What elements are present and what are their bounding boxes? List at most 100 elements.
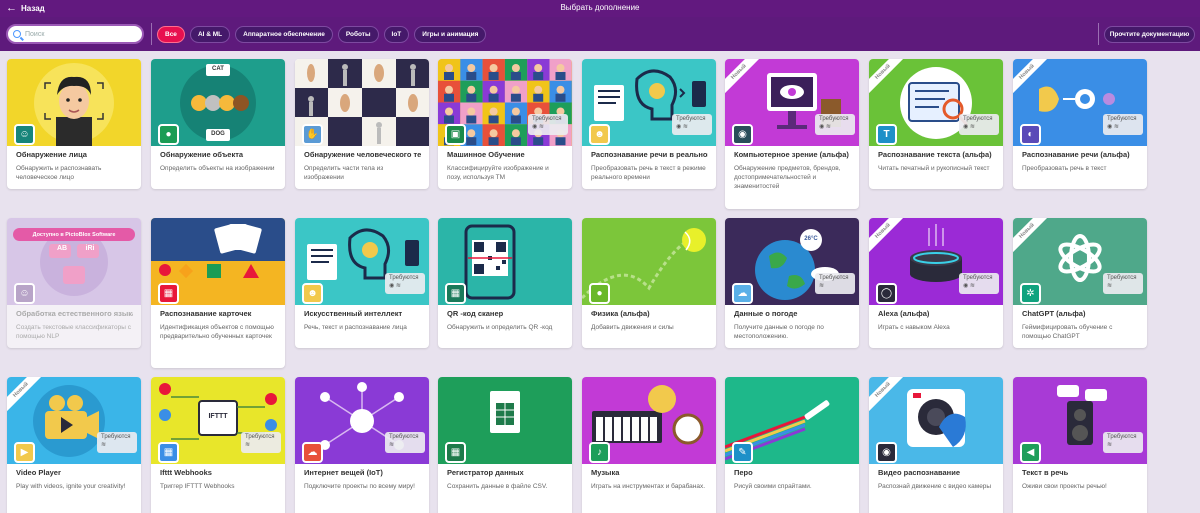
page-title: Выбрать дополнение (560, 3, 640, 12)
extension-card-ifttt[interactable]: IFTTT Требуются ≋ ▦ Ifttt Webhooks Тригге… (151, 377, 285, 513)
requirements-badge: Требуются ◉ ≋ (1103, 114, 1143, 135)
card-image: CAT DOG ● (151, 59, 285, 146)
extension-card-card-recognition[interactable]: ▦ Распознавание карточек Идентификация о… (151, 218, 285, 368)
extension-card-text-to-speech[interactable]: Требуются ≋ ◀ Текст в речь Оживи свои про… (1013, 377, 1147, 513)
extension-card-iot[interactable]: Требуются ≋ ☁ Интернет вещей (IoT) Подклю… (295, 377, 429, 513)
card-title: Перо (734, 468, 753, 477)
extension-card-nlp[interactable]: Доступно в PictoBlox Software AB iRi ☺ О… (7, 218, 141, 348)
divider (1098, 23, 1099, 45)
wifi-icon: ◉ ≋ (963, 124, 975, 130)
camera-icon: ◉ (876, 442, 897, 463)
card-image: Доступно в PictoBlox Software AB iRi ☺ (7, 218, 141, 305)
card-title: Обнаружение объекта (160, 150, 244, 159)
extension-card-text-recognition[interactable]: Новый Требуются ◉ ≋ T Распознавание текст… (869, 59, 1003, 189)
extension-card-music[interactable]: ♪ Музыка Играть на инструментах и бараба… (582, 377, 716, 513)
wifi-icon: ◉ ≋ (676, 124, 688, 130)
card-description: Получите данные о погоде по местоположен… (734, 324, 824, 340)
divider (151, 23, 152, 45)
requirements-badge: Требуются ≋ (385, 432, 425, 453)
extension-card-realtime-speech[interactable]: Требуются ◉ ≋ ☻ Распознавание речи в реал… (582, 59, 716, 189)
requires-label: Требуются (1107, 434, 1137, 440)
card-image: ● (582, 218, 716, 305)
card-title: Распознавание речи (альфа) (1022, 150, 1130, 159)
card-description: Идентификация объектов с помощью предвар… (160, 324, 274, 340)
filter-chip-games[interactable]: Игры и анимация (414, 26, 487, 43)
requires-label: Требуются (676, 116, 706, 122)
filter-chip-ai-ml[interactable]: AI & ML (189, 26, 231, 43)
requires-label: Требуются (1107, 116, 1137, 122)
extension-card-chatgpt[interactable]: Новый Требуются ≋ ✲ ChatGPT (альфа) Гейми… (1013, 218, 1147, 348)
requires-label: Требуются (389, 275, 419, 281)
extension-card-qr-scanner[interactable]: ▦ QR -код сканер Обнаружить и определить… (438, 218, 572, 348)
card-description: Создать текстовые классификаторы с помощ… (16, 324, 132, 340)
card-image: Новый Требуются ◉ ≋ ◐ (1013, 59, 1147, 146)
extension-card-face-detection[interactable]: ☺ Обнаружение лица Обнаружить и распозна… (7, 59, 141, 189)
card-title: Обнаружение лица (16, 150, 87, 159)
extension-card-alexa[interactable]: Новый Требуются ◉ ≋ ◯ Alexa (альфа) Играт… (869, 218, 1003, 348)
filter-chip-hardware[interactable]: Аппаратное обеспечение (235, 26, 333, 43)
nlp-icon: ☺ (14, 283, 35, 304)
temperature-label: 26°C (804, 236, 818, 242)
extension-card-pen[interactable]: ✎ Перо Рисуй своими спрайтами. (725, 377, 859, 513)
card-title: Компьютерное зрение (альфа) (734, 150, 849, 159)
card-image: Новый Требуются ≋ ▶ (7, 377, 141, 464)
requirements-badge: Требуются ◉ ≋ (672, 114, 712, 135)
extension-card-computer-vision[interactable]: Новый Требуются ◉ ≋ ◉ Компьютерное зрение… (725, 59, 859, 209)
card-title: Искусственный интеллект (304, 309, 403, 318)
ifttt-logo-label: IFTTT (208, 413, 228, 420)
requirements-badge: Требуются ≋ (815, 273, 855, 294)
card-description: Преобразовать речь в текст (1022, 165, 1107, 172)
extension-card-video-player[interactable]: Новый Требуются ≋ ▶ Video Player Play wit… (7, 377, 141, 513)
pictoblox-banner: Доступно в PictoBlox Software (13, 228, 135, 241)
filter-chip-iot[interactable]: IoT (383, 26, 410, 43)
card-title: Ifttt Webhooks (160, 468, 212, 477)
card-image: Новый Требуются ◉ ≋ T (869, 59, 1003, 146)
extension-card-physics[interactable]: ● Физика (альфа) Добавить движения и сил… (582, 218, 716, 348)
card-description: Речь, текст и распознавание лица (304, 324, 407, 331)
card-title: Alexa (альфа) (878, 309, 930, 318)
alexa-icon: ◯ (876, 283, 897, 304)
wifi-icon: ≋ (245, 442, 251, 448)
card-image: ✎ (725, 377, 859, 464)
card-image: ▦ (151, 218, 285, 305)
wifi-icon: ≋ (389, 442, 395, 448)
extension-card-ai[interactable]: Требуются ◉ ≋ ☻ Искусственный интеллект Р… (295, 218, 429, 348)
requirements-badge: Требуются ≋ (1103, 273, 1143, 294)
extension-card-body-detection[interactable]: ✋ Обнаружение человеческого тела Определ… (295, 59, 429, 189)
requires-label: Требуются (963, 116, 993, 122)
extension-card-data-logger[interactable]: ▦ Регистратор данных Сохранить данные в … (438, 377, 572, 513)
dog-label: DOG (211, 131, 225, 137)
filter-chip-robots[interactable]: Роботы (337, 26, 379, 43)
wifi-icon: ◉ ≋ (963, 283, 975, 289)
card-title: Данные о погоде (734, 309, 798, 318)
search-input[interactable] (25, 30, 135, 38)
extension-card-weather[interactable]: 26°C Требуются ≋ ☁ Данные о погоде Получи… (725, 218, 859, 348)
filter-chip-all[interactable]: Все (157, 26, 185, 43)
requires-label: Требуются (389, 434, 419, 440)
chatgpt-icon: ✲ (1020, 283, 1041, 304)
card-description: Триггер IFTTT Webhooks (160, 483, 235, 490)
requires-label: Требуются (963, 275, 993, 281)
requires-label: Требуются (1107, 275, 1137, 281)
card-image: 26°C Требуются ≋ ☁ (725, 218, 859, 305)
card-description: Сохранить данные в файле CSV. (447, 483, 548, 490)
requirements-badge: Требуются ◉ ≋ (959, 273, 999, 294)
spreadsheet-icon: ▦ (445, 442, 466, 463)
extension-card-machine-learning[interactable]: Требуются ◉ ≋ ▣ Машинное Обучение Классиф… (438, 59, 572, 189)
wifi-icon: ≋ (819, 283, 825, 289)
card-description: Play with videos, ignite your creativity… (16, 483, 126, 490)
card-recognition-icon: ▦ (158, 283, 179, 304)
ball-icon: ● (589, 283, 610, 304)
cloud-upload-icon: ☁ (302, 442, 323, 463)
card-description: Подключите проекты по всему миру! (304, 483, 415, 490)
extension-card-object-detection[interactable]: CAT DOG ● Обнаружение объекта Определить… (151, 59, 285, 189)
face-icon: ☺ (14, 124, 35, 145)
documentation-button[interactable]: Прочтите документацию (1104, 26, 1195, 43)
requirements-badge: Требуются ◉ ≋ (385, 273, 425, 294)
search-box[interactable] (6, 24, 144, 44)
card-image: Новый ◉ (869, 377, 1003, 464)
microphone-icon: ☻ (589, 124, 610, 145)
extension-card-speech-recognition[interactable]: Новый Требуются ◉ ≋ ◐ Распознавание речи … (1013, 59, 1147, 189)
extension-card-video-sensing[interactable]: Новый ◉ Видео распознавание Распознай дв… (869, 377, 1003, 513)
wifi-icon: ◉ ≋ (1107, 124, 1119, 130)
